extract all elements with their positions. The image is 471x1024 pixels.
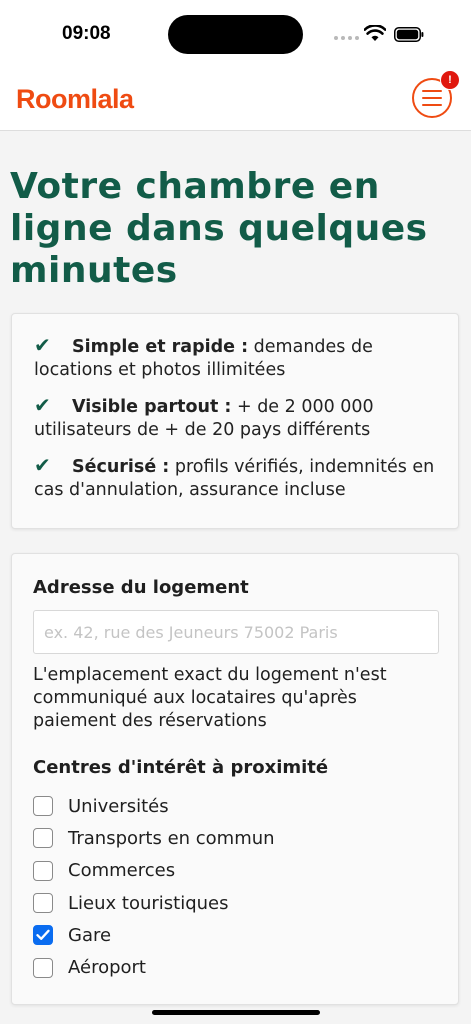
- feature-title: Sécurisé :: [72, 457, 170, 477]
- feature-item: ✔ Simple et rapide : demandes de location…: [34, 334, 438, 382]
- checkbox[interactable]: [33, 796, 53, 817]
- address-help-text: L'emplacement exact du logement n'est co…: [33, 665, 387, 731]
- poi-checklist: Universités Transports en commun Commerc…: [33, 790, 275, 984]
- checkmark-icon: ✔: [34, 393, 51, 417]
- poi-option-universites[interactable]: Universités: [33, 790, 275, 822]
- poi-option-label: Universités: [68, 795, 169, 817]
- checkbox[interactable]: [33, 860, 53, 881]
- checkmark-icon: [36, 929, 50, 941]
- checkbox-checked[interactable]: [33, 925, 53, 946]
- poi-option-transports[interactable]: Transports en commun: [33, 822, 275, 854]
- poi-option-label: Transports en commun: [68, 827, 275, 849]
- roomlala-logo[interactable]: Roomlala: [16, 84, 134, 115]
- page-title: Votre chambre en ligne dans quelques min…: [10, 166, 428, 291]
- status-bar: 09:08: [0, 0, 471, 64]
- checkmark-icon: ✔: [34, 453, 51, 477]
- poi-label: Centres d'intérêt à proximité: [33, 757, 329, 778]
- page-content: Votre chambre en ligne dans quelques min…: [0, 131, 471, 1024]
- poi-option-commerces[interactable]: Commerces: [33, 855, 275, 887]
- app-header: Roomlala: [0, 64, 471, 131]
- address-input[interactable]: [33, 610, 439, 654]
- checkbox[interactable]: [33, 957, 53, 978]
- notification-badge: !: [440, 70, 460, 90]
- poi-option-lieux-touristiques[interactable]: Lieux touristiques: [33, 887, 275, 919]
- features-card: ✔ Simple et rapide : demandes de location…: [11, 313, 459, 529]
- feature-item: ✔ Sécurisé : profils vérifiés, indemnités…: [34, 454, 438, 502]
- poi-option-label: Lieux touristiques: [68, 892, 229, 914]
- checkmark-icon: ✔: [34, 333, 51, 357]
- address-form-card: Adresse du logement L'emplacement exact …: [11, 553, 459, 1005]
- poi-option-aeroport[interactable]: Aéroport: [33, 951, 275, 983]
- checkbox[interactable]: [33, 893, 53, 914]
- feature-item: ✔ Visible partout : + de 2 000 000 utilis…: [34, 394, 438, 442]
- wifi-icon: [364, 25, 386, 41]
- poi-option-label: Gare: [68, 924, 112, 946]
- battery-icon: [394, 27, 424, 42]
- feature-title: Simple et rapide :: [72, 337, 249, 357]
- checkbox[interactable]: [33, 828, 53, 849]
- poi-option-label: Aéroport: [68, 957, 146, 979]
- address-label: Adresse du logement: [33, 577, 249, 598]
- poi-option-gare[interactable]: Gare: [33, 919, 275, 951]
- feature-title: Visible partout :: [72, 397, 232, 417]
- cellular-signal-icon: [334, 36, 359, 40]
- poi-option-label: Commerces: [68, 860, 176, 882]
- dynamic-island: [168, 15, 303, 54]
- home-indicator: [152, 1010, 320, 1015]
- status-time: 09:08: [62, 23, 111, 44]
